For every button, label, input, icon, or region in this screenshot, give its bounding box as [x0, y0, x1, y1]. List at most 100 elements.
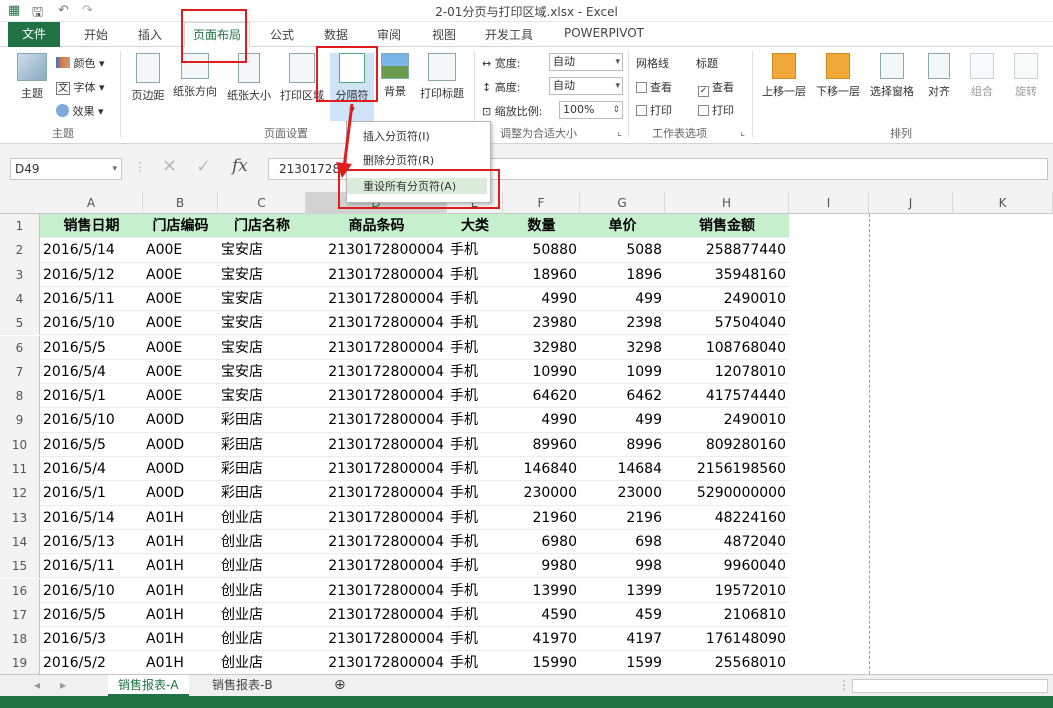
column-header-k[interactable]: K — [953, 192, 1053, 214]
table-cell[interactable]: 4197 — [580, 627, 665, 652]
tab-powerpivot[interactable]: POWERPIVOT — [564, 26, 644, 40]
table-cell[interactable]: 彩田店 — [218, 481, 306, 506]
table-cell[interactable]: 彩田店 — [218, 457, 306, 482]
tab-file[interactable]: 文件 — [8, 22, 60, 47]
table-cell[interactable]: 1099 — [580, 360, 665, 385]
table-cell[interactable]: 23000 — [580, 481, 665, 506]
table-cell[interactable]: 2130172800004 — [306, 554, 447, 579]
table-cell[interactable]: 2130172800004 — [306, 238, 447, 263]
table-cell[interactable]: 18960 — [503, 263, 580, 287]
table-cell[interactable]: 手机 — [447, 360, 503, 385]
table-cell[interactable]: 宝安店 — [218, 360, 306, 385]
table-cell[interactable]: 创业店 — [218, 579, 306, 603]
column-header-b[interactable]: B — [143, 192, 218, 214]
add-sheet-icon[interactable]: ⊕ — [324, 675, 356, 696]
table-cell[interactable]: 宝安店 — [218, 287, 306, 312]
table-cell[interactable]: 2196 — [580, 506, 665, 530]
table-cell[interactable]: 宝安店 — [218, 336, 306, 360]
margins-button[interactable]: 页边距 — [128, 53, 168, 121]
table-cell[interactable]: 手机 — [447, 408, 503, 433]
table-cell[interactable]: 宝安店 — [218, 263, 306, 287]
tab-data[interactable]: 数据 — [324, 26, 348, 43]
table-cell[interactable]: 10990 — [503, 360, 580, 385]
table-cell[interactable]: 2016/5/11 — [40, 287, 143, 312]
table-cell[interactable]: 创业店 — [218, 506, 306, 530]
colors-button[interactable]: 颜色 ▾ — [56, 55, 105, 71]
table-cell[interactable]: 2016/5/5 — [40, 603, 143, 628]
height-select[interactable]: 自动 ▾ — [549, 77, 623, 95]
table-cell[interactable]: 手机 — [447, 506, 503, 530]
table-cell[interactable]: A01H — [143, 530, 218, 555]
table-cell[interactable]: A01H — [143, 506, 218, 530]
table-cell[interactable]: 2016/5/2 — [40, 651, 143, 674]
row-header[interactable]: 17 — [0, 602, 40, 628]
table-cell[interactable]: 998 — [580, 554, 665, 579]
row-header[interactable]: 11 — [0, 457, 40, 482]
table-cell[interactable]: 2130172800004 — [306, 360, 447, 385]
header-cell[interactable]: 数量 — [503, 214, 580, 239]
table-cell[interactable]: 2016/5/1 — [40, 481, 143, 506]
gridlines-view-checkbox[interactable]: 查看 — [636, 79, 672, 95]
enter-icon[interactable]: ✓ — [196, 156, 211, 177]
table-cell[interactable]: 21960 — [503, 506, 580, 530]
table-cell[interactable]: 258877440 — [665, 238, 789, 263]
scroll-right-icon[interactable]: ▸ — [50, 675, 76, 696]
table-cell[interactable]: 5290000000 — [665, 481, 789, 506]
table-cell[interactable]: 2016/5/1 — [40, 384, 143, 409]
table-cell[interactable]: 89960 — [503, 433, 580, 457]
table-cell[interactable]: 2130172800004 — [306, 627, 447, 652]
table-cell[interactable]: A00E — [143, 263, 218, 287]
table-cell[interactable]: 2490010 — [665, 408, 789, 433]
table-cell[interactable]: 手机 — [447, 627, 503, 652]
header-cell[interactable]: 门店编码 — [143, 214, 218, 239]
table-cell[interactable]: 手机 — [447, 336, 503, 360]
selection-pane-button[interactable]: 选择窗格 — [866, 53, 918, 121]
table-cell[interactable]: A00E — [143, 238, 218, 263]
row-header[interactable]: 14 — [0, 529, 40, 555]
table-cell[interactable]: 13990 — [503, 579, 580, 603]
themes-button[interactable]: 主题 — [14, 53, 50, 121]
table-cell[interactable]: 2016/5/10 — [40, 408, 143, 433]
row-header[interactable]: 13 — [0, 505, 40, 530]
table-cell[interactable]: 499 — [580, 408, 665, 433]
table-cell[interactable]: A01H — [143, 554, 218, 579]
table-cell[interactable]: 2016/5/5 — [40, 433, 143, 457]
table-cell[interactable]: 2016/5/4 — [40, 360, 143, 385]
table-cell[interactable]: 2130172800004 — [306, 336, 447, 360]
table-cell[interactable]: 2130172800004 — [306, 530, 447, 555]
table-cell[interactable]: A01H — [143, 651, 218, 674]
table-cell[interactable]: 41970 — [503, 627, 580, 652]
table-cell[interactable]: 2106810 — [665, 603, 789, 628]
worksheet-grid[interactable]: ABCDEFGHIJK 1 销售日期 门店编码 门店名称 商品条码 大类 数量 单价 销售金额 2… — [0, 192, 1053, 674]
tab-review[interactable]: 审阅 — [377, 26, 401, 43]
table-cell[interactable]: 创业店 — [218, 603, 306, 628]
row-header[interactable]: 19 — [0, 651, 40, 674]
column-header-h[interactable]: H — [665, 192, 789, 214]
align-button[interactable]: 对齐 — [922, 53, 956, 121]
table-cell[interactable]: 57504040 — [665, 311, 789, 336]
fonts-button[interactable]: 文 字体 ▾ — [56, 79, 105, 95]
table-cell[interactable]: 1399 — [580, 579, 665, 603]
column-header-a[interactable]: A — [40, 192, 143, 214]
table-cell[interactable]: 15990 — [503, 651, 580, 674]
table-cell[interactable]: 2016/5/14 — [40, 506, 143, 530]
table-cell[interactable]: 手机 — [447, 311, 503, 336]
table-cell[interactable]: 手机 — [447, 433, 503, 457]
table-cell[interactable]: 彩田店 — [218, 433, 306, 457]
table-cell[interactable]: 2490010 — [665, 287, 789, 312]
table-cell[interactable]: 手机 — [447, 554, 503, 579]
row-header[interactable]: 8 — [0, 384, 40, 409]
table-cell[interactable]: A01H — [143, 579, 218, 603]
table-cell[interactable]: 手机 — [447, 530, 503, 555]
scroll-left-icon[interactable]: ◂ — [24, 675, 50, 696]
table-cell[interactable]: 9960040 — [665, 554, 789, 579]
table-cell[interactable]: 48224160 — [665, 506, 789, 530]
sheet-tab-b[interactable]: 销售报表-B — [202, 675, 283, 696]
headings-print-checkbox[interactable]: 打印 — [698, 102, 734, 118]
table-cell[interactable]: 手机 — [447, 238, 503, 263]
gridlines-print-checkbox[interactable]: 打印 — [636, 102, 672, 118]
table-cell[interactable]: 手机 — [447, 579, 503, 603]
header-cell[interactable]: 单价 — [580, 214, 665, 239]
table-cell[interactable]: 2016/5/11 — [40, 554, 143, 579]
row-header[interactable]: 6 — [0, 335, 40, 360]
